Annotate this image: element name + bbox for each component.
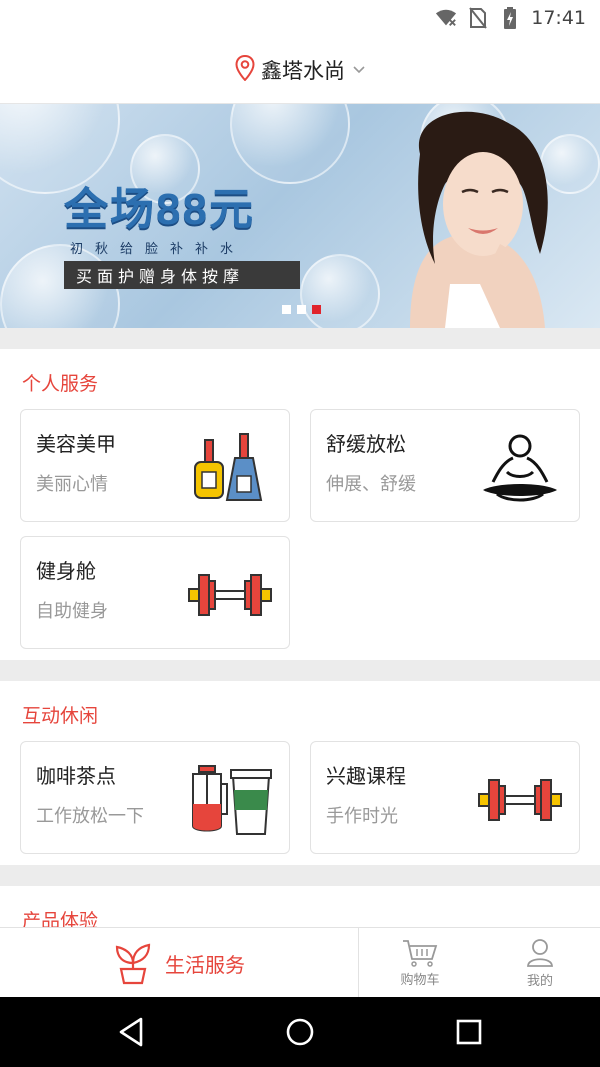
- plant-pot-icon: [115, 943, 151, 985]
- status-time: 17:41: [531, 7, 586, 29]
- service-card-beauty-nails[interactable]: 美容美甲 美丽心情: [20, 409, 290, 522]
- nail-polish-icon: [194, 433, 263, 501]
- tab-label: 我的: [526, 973, 553, 989]
- section-leisure: 互动休闲 咖啡茶点 工作放松一下 兴趣课程 手作时光: [0, 681, 600, 865]
- promo-headline: 全场88元: [64, 185, 255, 234]
- card-title: 咖啡茶点: [36, 764, 116, 788]
- section-title: 个人服务: [22, 373, 99, 395]
- page-dot[interactable]: [297, 305, 306, 314]
- battery-charging-icon: [499, 7, 521, 29]
- service-card-relax[interactable]: 舒缓放松 伸展、舒缓: [310, 409, 580, 522]
- tab-my-profile[interactable]: 我的: [480, 928, 600, 998]
- card-subtitle: 手作时光: [326, 806, 398, 827]
- tab-label: 购物车: [400, 972, 440, 988]
- promo-text: 全场88元 初秋给脸补补水 买面护赠身体按摩: [64, 186, 300, 289]
- banner-pagination: [282, 305, 321, 314]
- back-icon[interactable]: [113, 1014, 149, 1050]
- service-card-coffee-snacks[interactable]: 咖啡茶点 工作放松一下: [20, 741, 290, 854]
- coffee-drinks-icon: [192, 765, 272, 835]
- meditation-icon: [483, 434, 557, 502]
- service-card-hobby-courses[interactable]: 兴趣课程 手作时光: [310, 741, 580, 854]
- tab-shopping-cart[interactable]: 购物车: [360, 928, 480, 998]
- shopping-cart-icon: [403, 939, 438, 967]
- card-subtitle: 工作放松一下: [36, 806, 144, 827]
- status-bar: 17:41: [0, 0, 600, 36]
- section-title: 互动休闲: [22, 705, 99, 727]
- no-sim-icon: [467, 7, 489, 29]
- tab-label: 生活服务: [165, 952, 245, 977]
- page-dot-active[interactable]: [312, 305, 321, 314]
- promo-banner[interactable]: 全场88元 初秋给脸补补水 买面护赠身体按摩: [0, 104, 600, 328]
- home-icon[interactable]: [282, 1014, 318, 1050]
- service-card-gym-pod[interactable]: 健身舱 自助健身: [20, 536, 290, 649]
- card-title: 兴趣课程: [326, 764, 406, 788]
- card-title: 美容美甲: [36, 432, 116, 456]
- dumbbell-icon: [478, 779, 562, 821]
- dumbbell-icon: [188, 574, 272, 616]
- model-photo: [410, 111, 548, 328]
- tab-life-services[interactable]: 生活服务: [0, 928, 359, 998]
- location-name: 鑫塔水尚: [261, 58, 345, 83]
- user-icon: [527, 938, 553, 967]
- promo-subline: 初秋给脸补补水: [70, 242, 246, 257]
- card-title: 健身舱: [36, 559, 96, 583]
- location-selector[interactable]: 鑫塔水尚: [0, 36, 600, 104]
- card-subtitle: 美丽心情: [36, 474, 108, 495]
- section-personal-services: 个人服务 美容美甲 美丽心情 舒缓放松 伸展、舒缓 健身舱 自助健身: [0, 349, 600, 660]
- promo-offer: 买面护赠身体按摩: [64, 261, 300, 289]
- system-nav-bar: [0, 997, 600, 1067]
- recents-icon[interactable]: [451, 1014, 487, 1050]
- chevron-down-icon: [353, 63, 365, 77]
- map-pin-icon: [235, 54, 255, 85]
- wifi-off-icon: [435, 7, 457, 29]
- card-subtitle: 自助健身: [36, 601, 108, 622]
- bottom-tab-bar: 生活服务 购物车 我的: [0, 927, 600, 998]
- page-dot[interactable]: [282, 305, 291, 314]
- card-subtitle: 伸展、舒缓: [326, 474, 416, 495]
- card-title: 舒缓放松: [326, 432, 406, 456]
